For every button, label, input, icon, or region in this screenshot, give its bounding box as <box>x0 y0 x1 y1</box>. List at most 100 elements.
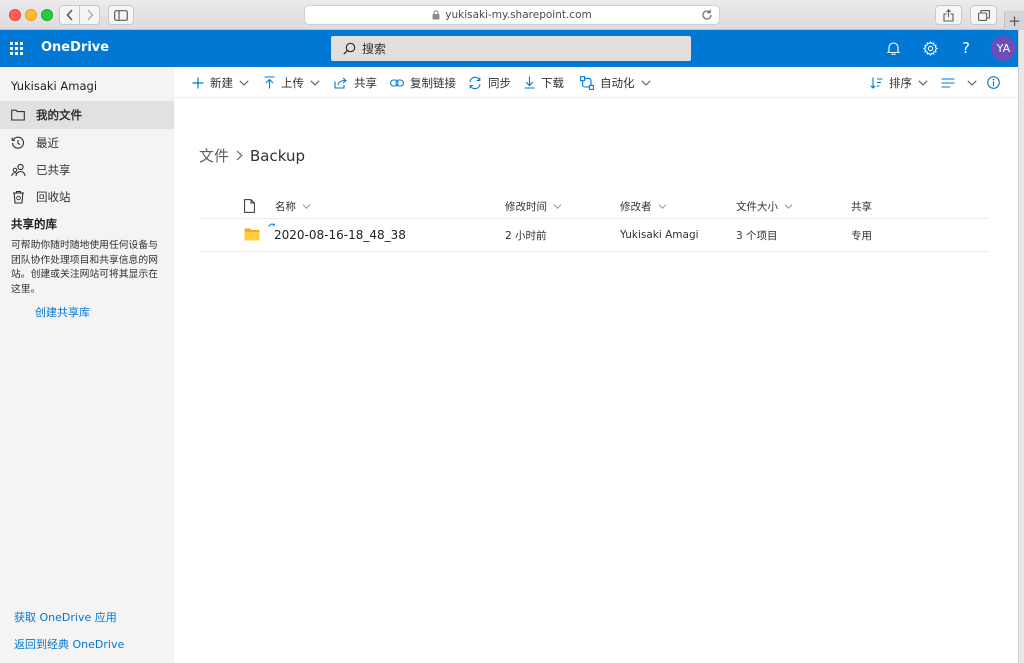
sync-button[interactable]: 同步 <box>468 67 511 98</box>
zoom-window-button[interactable] <box>41 9 53 21</box>
download-button[interactable]: 下载 <box>524 67 564 98</box>
chevron-down-icon <box>310 79 320 86</box>
modified-by-column-header[interactable]: 修改者 <box>620 193 667 219</box>
history-nav <box>59 5 100 25</box>
folder-icon <box>10 107 26 123</box>
column-label: 文件大小 <box>736 200 778 213</box>
nav-item-my-files[interactable]: 我的文件 <box>0 101 174 129</box>
back-button[interactable] <box>60 6 79 24</box>
tab-overview-button[interactable] <box>970 5 997 25</box>
breadcrumb-current: Backup <box>250 146 305 165</box>
url-text: yukisaki-my.sharepoint.com <box>445 9 592 21</box>
share-button-label: 共享 <box>354 75 377 90</box>
automate-button[interactable]: 自动化 <box>580 67 651 98</box>
nav-item-label: 最近 <box>36 136 59 150</box>
copy-link-button[interactable]: 复制链接 <box>390 67 456 98</box>
list-view-icon <box>941 77 955 88</box>
history-icon <box>10 135 26 151</box>
new-button-label: 新建 <box>210 75 233 90</box>
reload-icon[interactable] <box>701 9 713 21</box>
nav-item-label: 已共享 <box>36 163 71 177</box>
info-pane-button[interactable] <box>987 67 1006 98</box>
file-modified: 2 小时前 <box>505 229 547 242</box>
sharing-column-header[interactable]: 共享 <box>851 193 872 219</box>
upload-arrow-icon <box>264 76 275 89</box>
tabs-icon <box>977 9 990 21</box>
file-list-header: 名称 修改时间 修改者 文件大小 共享 <box>199 193 988 219</box>
view-options-button[interactable] <box>941 67 977 98</box>
sort-icon <box>870 77 883 89</box>
sidebar-toggle-button[interactable] <box>108 5 134 25</box>
file-name[interactable]: 2020-08-16-18_48_38 <box>274 219 406 251</box>
modified-column-header[interactable]: 修改时间 <box>505 193 562 219</box>
get-onedrive-app-link[interactable]: 获取 OneDrive 应用 <box>14 609 117 625</box>
recycle-bin-icon <box>10 189 26 205</box>
search-icon <box>343 42 356 55</box>
search-placeholder: 搜索 <box>362 42 387 56</box>
chevron-down-icon <box>640 79 651 86</box>
info-icon <box>987 76 1000 89</box>
chevron-down-icon <box>302 203 311 209</box>
upload-button[interactable]: 上传 <box>264 67 320 98</box>
sync-icon <box>468 76 482 90</box>
link-icon <box>390 78 404 88</box>
nav-item-recycle-bin[interactable]: 回收站 <box>0 183 174 211</box>
file-size: 3 个项目 <box>736 229 778 242</box>
window-edge <box>1018 30 1024 663</box>
copy-link-button-label: 复制链接 <box>410 75 456 90</box>
avatar[interactable]: YA <box>991 36 1016 61</box>
file-size-column-header[interactable]: 文件大小 <box>736 193 793 219</box>
folder-icon <box>244 228 260 241</box>
download-arrow-icon <box>524 76 535 89</box>
column-label: 修改者 <box>620 200 652 213</box>
user-name: Yukisaki Amagi <box>11 79 98 93</box>
column-label: 名称 <box>275 200 296 213</box>
sort-button-label: 排序 <box>889 75 912 90</box>
share-button[interactable]: 共享 <box>334 67 377 98</box>
new-tab-button[interactable]: + <box>1004 11 1024 30</box>
forward-button[interactable] <box>79 6 99 24</box>
minimize-window-button[interactable] <box>25 9 37 21</box>
create-shared-library-link[interactable]: 创建共享库 <box>35 304 90 320</box>
breadcrumb-files[interactable]: 文件 <box>199 145 229 166</box>
browser-titlebar: yukisaki-my.sharepoint.com + <box>0 0 1024 30</box>
flow-icon <box>580 75 594 90</box>
document-icon <box>244 199 255 213</box>
name-column-header[interactable]: 名称 <box>275 193 311 219</box>
return-to-classic-link[interactable]: 返回到经典 OneDrive <box>14 636 124 652</box>
upload-button-label: 上传 <box>281 75 304 90</box>
download-button-label: 下载 <box>541 75 564 90</box>
chevron-left-icon <box>65 9 73 21</box>
help-icon[interactable]: ? <box>957 39 975 57</box>
chevron-down-icon <box>918 79 928 86</box>
column-label: 修改时间 <box>505 200 547 213</box>
gear-icon[interactable] <box>921 39 939 57</box>
chevron-down-icon <box>658 203 667 209</box>
chevron-down-icon <box>967 79 977 86</box>
share-icon <box>334 77 348 89</box>
command-bar: 新建 上传 共享 复制链接 同步 下载 自动化 排序 <box>174 67 1018 98</box>
sort-button[interactable]: 排序 <box>870 67 928 98</box>
file-modified-by: Yukisaki Amagi <box>620 229 699 241</box>
nav-item-shared[interactable]: 已共享 <box>0 156 174 184</box>
nav-item-label: 我的文件 <box>36 108 82 122</box>
file-type-column[interactable] <box>244 193 255 219</box>
new-button[interactable]: 新建 <box>192 67 249 98</box>
nav-item-recent[interactable]: 最近 <box>0 129 174 157</box>
app-launcher-icon[interactable] <box>10 42 23 55</box>
table-row[interactable]: 2020-08-16-18_48_38 2 小时前 Yukisaki Amagi… <box>199 219 988 252</box>
browser-share-button[interactable] <box>935 5 962 25</box>
close-window-button[interactable] <box>9 9 21 21</box>
nav-item-label: 回收站 <box>36 190 71 204</box>
automate-button-label: 自动化 <box>600 75 635 90</box>
chevron-down-icon <box>784 203 793 209</box>
breadcrumb: 文件 Backup <box>199 145 305 166</box>
bell-icon[interactable] <box>884 39 902 57</box>
address-bar[interactable]: yukisaki-my.sharepoint.com <box>304 5 720 25</box>
search-box[interactable]: 搜索 <box>331 36 691 61</box>
left-navigation: Yukisaki Amagi 我的文件 最近 已共享 回收站 共享的库 可帮助你… <box>0 67 174 663</box>
app-name[interactable]: OneDrive <box>41 40 109 55</box>
plus-icon <box>192 77 204 89</box>
chevron-down-icon <box>553 203 562 209</box>
column-label: 共享 <box>851 200 872 213</box>
